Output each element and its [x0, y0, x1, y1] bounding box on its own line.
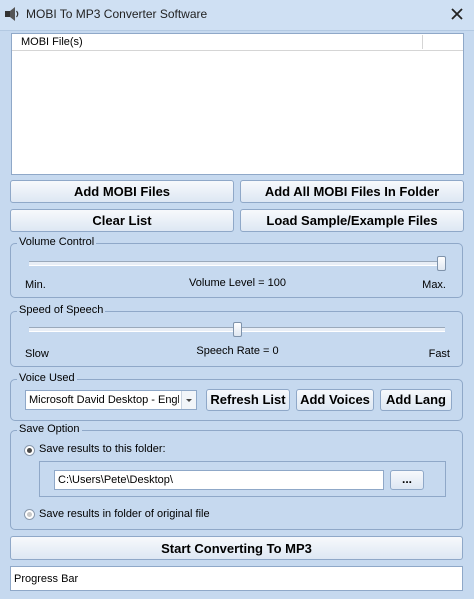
speech-slider-thumb[interactable] [233, 322, 242, 337]
close-icon[interactable] [448, 5, 466, 23]
column-separator[interactable] [422, 35, 423, 49]
app-window: MOBI To MP3 Converter Software MOBI File… [0, 0, 474, 599]
output-folder-input[interactable] [54, 470, 384, 490]
radio-unselected-dot [27, 512, 32, 517]
speech-group-label: Speed of Speech [17, 304, 106, 316]
start-converting-button[interactable]: Start Converting To MP3 [10, 536, 463, 560]
speech-rate-text: Speech Rate = 0 [196, 345, 279, 357]
clear-list-button[interactable]: Clear List [10, 209, 234, 232]
speech-speed-group: Speed of Speech Slow Speech Rate = 0 Fas… [10, 304, 463, 367]
save-to-folder-label: Save results to this folder: [39, 443, 166, 455]
selected-voice: Microsoft David Desktop - English (Unite… [29, 394, 179, 406]
add-lang-button[interactable]: Add Lang [380, 389, 452, 411]
volume-group-label: Volume Control [17, 236, 97, 248]
file-column-header[interactable]: MOBI File(s) [21, 36, 83, 48]
save-original-folder-label: Save results in folder of original file [39, 508, 210, 520]
volume-max-label: Max. [422, 279, 446, 291]
voice-used-group: Voice Used Microsoft David Desktop - Eng… [10, 372, 463, 421]
load-sample-button[interactable]: Load Sample/Example Files [240, 209, 464, 232]
voice-group-label: Voice Used [17, 372, 77, 384]
radio-selected-dot [27, 448, 32, 453]
output-folder-box: ... [39, 461, 446, 497]
save-to-folder-radio[interactable] [24, 445, 35, 456]
volume-level-text: Volume Level = 100 [189, 277, 286, 289]
volume-slider-track[interactable] [29, 261, 445, 266]
file-list-header[interactable]: MOBI File(s) [12, 34, 463, 51]
save-original-folder-radio[interactable] [24, 509, 35, 520]
add-voices-button[interactable]: Add Voices [296, 389, 374, 411]
add-folder-button[interactable]: Add All MOBI Files In Folder [240, 180, 464, 203]
browse-folder-button[interactable]: ... [390, 470, 424, 490]
volume-control-group: Volume Control Min. Volume Level = 100 M… [10, 236, 463, 298]
refresh-list-button[interactable]: Refresh List [206, 389, 290, 411]
mobi-file-list[interactable]: MOBI File(s) [11, 33, 464, 175]
add-mobi-files-button[interactable]: Add MOBI Files [10, 180, 234, 203]
speaker-app-icon [4, 6, 20, 22]
progress-bar: Progress Bar [10, 566, 463, 591]
save-option-group: Save Option Save results to this folder:… [10, 423, 463, 530]
progress-label: Progress Bar [14, 573, 79, 585]
voice-select[interactable]: Microsoft David Desktop - English (Unite… [25, 390, 197, 410]
title-bar[interactable]: MOBI To MP3 Converter Software [0, 0, 474, 31]
save-group-label: Save Option [17, 423, 82, 435]
window-title: MOBI To MP3 Converter Software [26, 7, 208, 21]
volume-slider-thumb[interactable] [437, 256, 446, 271]
chevron-down-icon[interactable] [181, 391, 196, 409]
speech-fast-label: Fast [428, 348, 450, 360]
